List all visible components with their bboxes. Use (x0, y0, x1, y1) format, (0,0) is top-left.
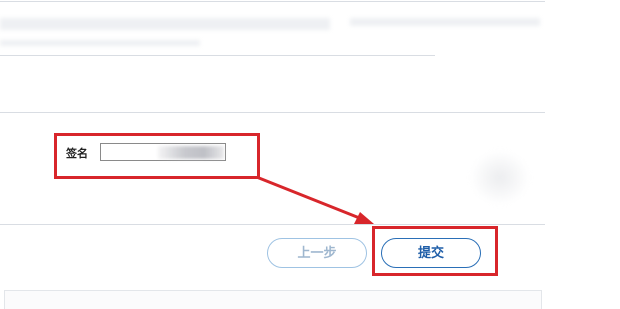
page-stage: 签名 上一步 提交 (0, 0, 620, 309)
arrow-icon (257, 176, 374, 224)
bottom-panel (4, 290, 542, 309)
